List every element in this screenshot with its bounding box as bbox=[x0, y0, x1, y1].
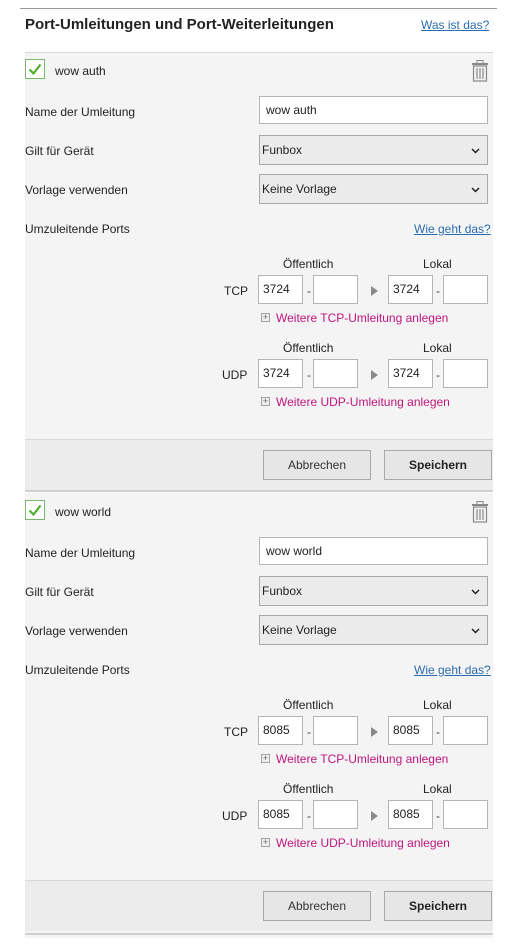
public-header: Öffentlich bbox=[283, 782, 334, 796]
trash-icon[interactable] bbox=[471, 60, 489, 87]
cancel-button[interactable]: Abbrechen bbox=[263, 450, 371, 480]
button-bar: Abbrechen Speichern bbox=[25, 440, 493, 490]
tcp-public-from-input[interactable]: 3724 bbox=[258, 275, 303, 304]
add-tcp-link[interactable]: Weitere TCP-Umleitung anlegen bbox=[276, 311, 448, 325]
trash-icon[interactable] bbox=[471, 501, 489, 528]
plus-icon[interactable]: + bbox=[261, 838, 270, 847]
public-header: Öffentlich bbox=[283, 257, 334, 271]
local-header: Lokal bbox=[423, 782, 452, 796]
device-select[interactable]: Funbox bbox=[259, 576, 488, 606]
tcp-local-to-input[interactable] bbox=[443, 716, 488, 745]
range-dash: - bbox=[307, 725, 311, 739]
top-divider bbox=[20, 8, 497, 9]
tcp-public-to-input[interactable] bbox=[313, 275, 358, 304]
local-header: Lokal bbox=[423, 341, 452, 355]
plus-icon[interactable]: + bbox=[261, 754, 270, 763]
tcp-label: TCP bbox=[224, 725, 248, 739]
save-button[interactable]: Speichern bbox=[384, 450, 492, 480]
local-header: Lokal bbox=[423, 698, 452, 712]
name-label: Name der Umleitung bbox=[25, 546, 136, 560]
panel-bottom-border bbox=[25, 490, 493, 492]
tcp-public-to-input[interactable] bbox=[313, 716, 358, 745]
save-button[interactable]: Speichern bbox=[384, 891, 492, 921]
add-tcp-link[interactable]: Weitere TCP-Umleitung anlegen bbox=[276, 752, 448, 766]
udp-public-to-input[interactable] bbox=[313, 800, 358, 829]
udp-local-to-input[interactable] bbox=[443, 800, 488, 829]
udp-public-from-input[interactable]: 3724 bbox=[258, 359, 303, 388]
range-dash: - bbox=[307, 284, 311, 298]
panel-divider bbox=[25, 52, 493, 53]
how-link[interactable]: Wie geht das? bbox=[414, 222, 491, 236]
tcp-local-to-input[interactable] bbox=[443, 275, 488, 304]
chevron-down-icon bbox=[471, 187, 480, 193]
udp-public-from-input[interactable]: 8085 bbox=[258, 800, 303, 829]
chevron-down-icon bbox=[471, 148, 480, 154]
template-select-value: Keine Vorlage bbox=[262, 623, 337, 637]
template-label: Vorlage verwenden bbox=[25, 624, 128, 638]
panel-bottom-border bbox=[25, 933, 493, 935]
udp-label: UDP bbox=[222, 368, 248, 382]
ports-label: Umzuleitende Ports bbox=[25, 663, 130, 677]
ports-label: Umzuleitende Ports bbox=[25, 222, 130, 236]
udp-local-from-input[interactable]: 3724 bbox=[388, 359, 433, 388]
chevron-down-icon bbox=[471, 628, 480, 634]
device-select-value: Funbox bbox=[262, 584, 303, 598]
arrow-right-icon bbox=[371, 727, 378, 737]
udp-local-to-input[interactable] bbox=[443, 359, 488, 388]
checkmark-icon bbox=[28, 63, 42, 76]
rule-panel: wow world Name der Umleitung wow world G… bbox=[25, 493, 493, 938]
rule-enabled-checkbox[interactable] bbox=[25, 500, 45, 520]
range-dash: - bbox=[436, 368, 440, 382]
arrow-right-icon bbox=[371, 811, 378, 821]
cancel-button[interactable]: Abbrechen bbox=[263, 891, 371, 921]
tcp-local-from-input[interactable]: 8085 bbox=[388, 716, 433, 745]
button-bar: Abbrechen Speichern bbox=[25, 881, 493, 931]
template-select-value: Keine Vorlage bbox=[262, 182, 337, 196]
checkmark-icon bbox=[28, 504, 42, 517]
rule-name-input[interactable]: wow auth bbox=[259, 96, 488, 124]
template-label: Vorlage verwenden bbox=[25, 183, 128, 197]
rule-name-input[interactable]: wow world bbox=[259, 537, 488, 565]
public-header: Öffentlich bbox=[283, 341, 334, 355]
udp-label: UDP bbox=[222, 809, 248, 823]
device-select[interactable]: Funbox bbox=[259, 135, 488, 165]
device-select-value: Funbox bbox=[262, 143, 303, 157]
device-label: Gilt für Gerät bbox=[25, 144, 94, 158]
add-udp-link[interactable]: Weitere UDP-Umleitung anlegen bbox=[276, 836, 450, 850]
rule-header: wow world bbox=[25, 498, 493, 528]
template-select[interactable]: Keine Vorlage bbox=[259, 174, 488, 204]
chevron-down-icon bbox=[471, 589, 480, 595]
name-label: Name der Umleitung bbox=[25, 105, 136, 119]
range-dash: - bbox=[436, 809, 440, 823]
udp-local-from-input[interactable]: 8085 bbox=[388, 800, 433, 829]
template-select[interactable]: Keine Vorlage bbox=[259, 615, 488, 645]
arrow-right-icon bbox=[371, 286, 378, 296]
device-label: Gilt für Gerät bbox=[25, 585, 94, 599]
tcp-label: TCP bbox=[224, 284, 248, 298]
public-header: Öffentlich bbox=[283, 698, 334, 712]
plus-icon[interactable]: + bbox=[261, 397, 270, 406]
rule-header: wow auth bbox=[25, 57, 493, 87]
range-dash: - bbox=[436, 725, 440, 739]
udp-public-to-input[interactable] bbox=[313, 359, 358, 388]
plus-icon[interactable]: + bbox=[261, 313, 270, 322]
range-dash: - bbox=[436, 284, 440, 298]
local-header: Lokal bbox=[423, 257, 452, 271]
tcp-local-from-input[interactable]: 3724 bbox=[388, 275, 433, 304]
add-udp-link[interactable]: Weitere UDP-Umleitung anlegen bbox=[276, 395, 450, 409]
tcp-public-from-input[interactable]: 8085 bbox=[258, 716, 303, 745]
rule-panel: wow auth Name der Umleitung wow auth Gil… bbox=[25, 52, 493, 492]
rule-enabled-checkbox[interactable] bbox=[25, 59, 45, 79]
rule-title: wow world bbox=[55, 505, 112, 519]
how-link[interactable]: Wie geht das? bbox=[414, 663, 491, 677]
range-dash: - bbox=[307, 368, 311, 382]
rule-title: wow auth bbox=[55, 64, 106, 78]
page-title: Port-Umleitungen und Port-Weiterleitunge… bbox=[25, 16, 334, 33]
range-dash: - bbox=[307, 809, 311, 823]
arrow-right-icon bbox=[371, 370, 378, 380]
help-link[interactable]: Was ist das? bbox=[421, 18, 489, 32]
